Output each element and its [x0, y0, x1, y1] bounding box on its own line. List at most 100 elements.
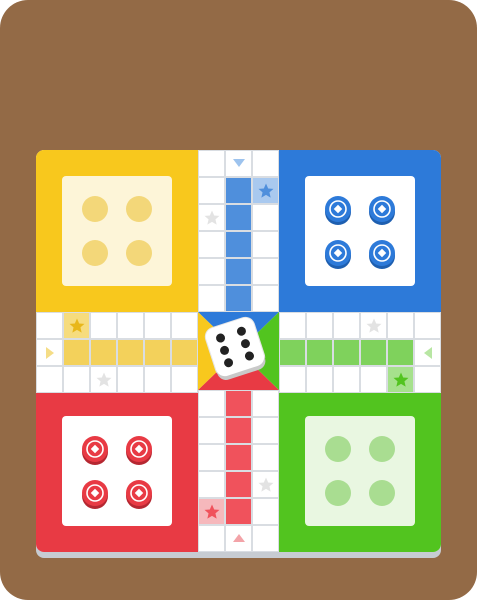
game-background	[0, 0, 477, 600]
blue-base-home	[305, 176, 415, 286]
red-token[interactable]	[126, 436, 152, 462]
blue-token[interactable]	[369, 240, 395, 266]
track-cell[interactable]	[225, 231, 252, 258]
track-cell[interactable]	[198, 525, 225, 552]
track-cell[interactable]	[387, 312, 414, 339]
track-cell[interactable]	[333, 339, 360, 366]
track-cell[interactable]	[306, 339, 333, 366]
track-cell[interactable]	[90, 312, 117, 339]
track-cell[interactable]	[252, 444, 279, 471]
track-cell[interactable]	[63, 312, 90, 339]
track-cell[interactable]	[225, 177, 252, 204]
green-token-slot	[325, 436, 351, 462]
track-cell[interactable]	[36, 366, 63, 393]
track-cell[interactable]	[36, 312, 63, 339]
track-cell[interactable]	[414, 366, 441, 393]
track-cell[interactable]	[117, 339, 144, 366]
track-cell[interactable]	[252, 471, 279, 498]
track-cell[interactable]	[225, 471, 252, 498]
track-cell[interactable]	[198, 390, 225, 417]
token-diamond-icon	[86, 440, 104, 458]
track-cell[interactable]	[387, 366, 414, 393]
track-cell[interactable]	[414, 339, 441, 366]
track-cell[interactable]	[306, 312, 333, 339]
track-cell[interactable]	[225, 150, 252, 177]
track-cell[interactable]	[198, 471, 225, 498]
track-cell[interactable]	[225, 444, 252, 471]
track-cell[interactable]	[252, 525, 279, 552]
track-cell[interactable]	[144, 339, 171, 366]
track-cell[interactable]	[225, 204, 252, 231]
track-cell[interactable]	[360, 312, 387, 339]
track-cell[interactable]	[198, 258, 225, 285]
yellow-token-slot	[82, 196, 108, 222]
arrow-down-icon	[232, 158, 245, 167]
track-cell[interactable]	[252, 258, 279, 285]
track-cell[interactable]	[36, 339, 63, 366]
track-cell[interactable]	[225, 285, 252, 312]
track-cell[interactable]	[279, 339, 306, 366]
track-cell[interactable]	[252, 498, 279, 525]
track-cell[interactable]	[225, 498, 252, 525]
blue-token[interactable]	[369, 196, 395, 222]
track-cell[interactable]	[144, 366, 171, 393]
track-cell[interactable]	[252, 231, 279, 258]
track-cell[interactable]	[252, 285, 279, 312]
arrow-up-icon	[232, 533, 245, 542]
track-cell[interactable]	[171, 312, 198, 339]
green-token-slot	[325, 480, 351, 506]
track-cell[interactable]	[144, 312, 171, 339]
track-cell[interactable]	[198, 204, 225, 231]
yellow-base-home	[62, 176, 172, 286]
track-cell[interactable]	[90, 366, 117, 393]
green-base-home	[305, 416, 415, 526]
track-cell[interactable]	[198, 150, 225, 177]
track-cell[interactable]	[171, 339, 198, 366]
yellow-token-slot	[82, 240, 108, 266]
track-cell[interactable]	[387, 339, 414, 366]
token-diamond-icon	[130, 484, 148, 502]
track-cell[interactable]	[63, 366, 90, 393]
red-token[interactable]	[82, 480, 108, 506]
track-cell[interactable]	[225, 390, 252, 417]
red-token[interactable]	[126, 480, 152, 506]
yellow-base	[36, 150, 198, 312]
red-base-home	[62, 416, 172, 526]
track-cell[interactable]	[225, 258, 252, 285]
red-base	[36, 390, 198, 552]
track-cell[interactable]	[198, 231, 225, 258]
red-token[interactable]	[82, 436, 108, 462]
track-cell[interactable]	[198, 417, 225, 444]
track-cell[interactable]	[198, 285, 225, 312]
track-cell[interactable]	[279, 366, 306, 393]
track-cell[interactable]	[252, 204, 279, 231]
yellow-token-slot	[126, 196, 152, 222]
track-cell[interactable]	[333, 366, 360, 393]
token-diamond-icon	[373, 200, 391, 218]
track-cell[interactable]	[198, 444, 225, 471]
track-cell[interactable]	[333, 312, 360, 339]
track-cell[interactable]	[63, 339, 90, 366]
track-cell[interactable]	[252, 417, 279, 444]
safe-star-icon	[96, 372, 111, 387]
track-cell[interactable]	[90, 339, 117, 366]
track-cell[interactable]	[306, 366, 333, 393]
track-cell[interactable]	[360, 339, 387, 366]
track-cell[interactable]	[360, 366, 387, 393]
track-cell[interactable]	[117, 366, 144, 393]
blue-token[interactable]	[325, 240, 351, 266]
track-cell[interactable]	[252, 150, 279, 177]
track-cell[interactable]	[198, 177, 225, 204]
blue-token[interactable]	[325, 196, 351, 222]
track-cell[interactable]	[171, 366, 198, 393]
track-cell[interactable]	[279, 312, 306, 339]
track-cell[interactable]	[414, 312, 441, 339]
track-cell[interactable]	[252, 390, 279, 417]
ludo-board	[36, 150, 441, 558]
safe-star-icon	[258, 183, 273, 198]
track-cell[interactable]	[225, 525, 252, 552]
track-cell[interactable]	[225, 417, 252, 444]
track-cell[interactable]	[117, 312, 144, 339]
track-cell[interactable]	[252, 177, 279, 204]
track-cell[interactable]	[198, 498, 225, 525]
